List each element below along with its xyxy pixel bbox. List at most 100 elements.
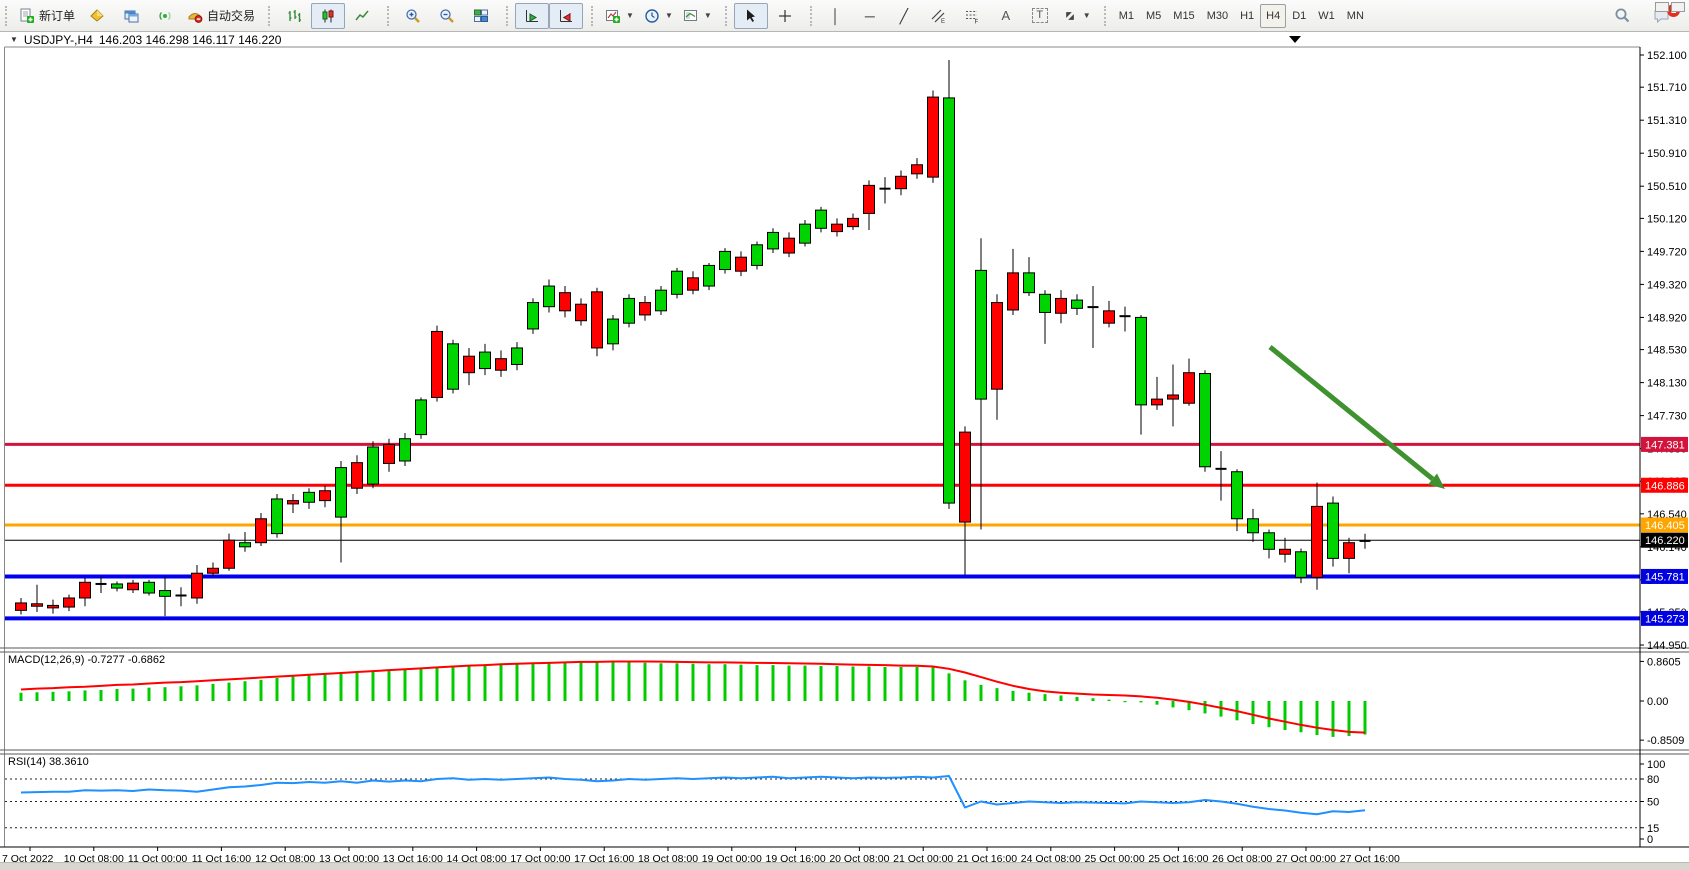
timeframe-button-W1[interactable]: W1 xyxy=(1312,4,1341,28)
svg-text:148.130: 148.130 xyxy=(1647,378,1687,390)
timeframe-button-M5[interactable]: M5 xyxy=(1140,4,1167,28)
chart-canvas[interactable]: MACD(12,26,9) -0.7277 -0.6862RSI(14) 38.… xyxy=(0,32,1689,870)
svg-text:151.710: 151.710 xyxy=(1647,82,1687,94)
shift-chart-button[interactable] xyxy=(549,3,583,29)
cursor-button[interactable] xyxy=(734,3,768,29)
chevron-down-icon: ▼ xyxy=(665,11,673,20)
vline-icon: │ xyxy=(828,8,844,24)
vertical-line-tool-button[interactable]: │ xyxy=(819,3,853,29)
text-label-tool-button[interactable]: T xyxy=(1023,3,1057,29)
svg-text:0.00: 0.00 xyxy=(1647,696,1668,708)
svg-text:147.381: 147.381 xyxy=(1645,439,1685,451)
svg-text:149.720: 149.720 xyxy=(1647,246,1687,258)
chart-title-bar[interactable]: ▼ USDJPY-,H4 146.203 146.298 146.117 146… xyxy=(6,33,285,46)
chevron-down-icon: ▼ xyxy=(704,11,712,20)
charts-window-button[interactable] xyxy=(114,3,148,29)
window-button[interactable] xyxy=(1655,2,1669,12)
svg-text:146.220: 146.220 xyxy=(1645,535,1685,547)
svg-text:RSI(14) 38.3610: RSI(14) 38.3610 xyxy=(8,756,89,768)
signals-button[interactable] xyxy=(148,3,182,29)
timeframe-button-H1[interactable]: H1 xyxy=(1234,4,1260,28)
templates-button[interactable]: ▼ xyxy=(678,3,717,29)
new-order-button[interactable]: 新订单 xyxy=(14,3,80,29)
toolbar-drag-handle[interactable] xyxy=(506,6,513,26)
svg-text:-0.8509: -0.8509 xyxy=(1647,735,1684,747)
toolbar-drag-handle[interactable] xyxy=(725,6,732,26)
main-toolbar: 新订单 自动交易 xyxy=(0,0,1689,32)
svg-text:149.320: 149.320 xyxy=(1647,279,1687,291)
chart-symbol-period: USDJPY-,H4 xyxy=(24,33,93,47)
svg-text:80: 80 xyxy=(1647,774,1659,786)
tile-windows-icon xyxy=(473,8,489,24)
svg-text:100: 100 xyxy=(1647,759,1665,771)
shift-chart-icon xyxy=(558,8,574,24)
chevron-down-icon: ▼ xyxy=(10,35,18,44)
indicators-icon xyxy=(605,8,621,24)
text-tool-button[interactable]: A xyxy=(989,3,1023,29)
zoom-in-button[interactable] xyxy=(396,3,430,29)
templates-icon xyxy=(683,8,699,24)
toolbar-drag-handle[interactable] xyxy=(591,6,598,26)
toolbar-drag-handle[interactable] xyxy=(810,6,817,26)
chevron-down-icon: ▼ xyxy=(1083,11,1091,20)
chart-window: MACD(12,26,9) -0.7277 -0.6862RSI(14) 38.… xyxy=(0,32,1689,870)
svg-text:151.310: 151.310 xyxy=(1647,115,1687,127)
crosshair-icon xyxy=(777,8,793,24)
svg-text:146.886: 146.886 xyxy=(1645,480,1685,492)
indicators-button[interactable]: ▼ xyxy=(600,3,639,29)
search-icon xyxy=(1614,7,1631,24)
tile-windows-button[interactable] xyxy=(464,3,498,29)
autoscroll-icon xyxy=(524,8,540,24)
line-chart-icon xyxy=(354,8,370,24)
svg-text:148.920: 148.920 xyxy=(1647,312,1687,324)
periods-button[interactable]: ▼ xyxy=(639,3,678,29)
timeframe-button-MN[interactable]: MN xyxy=(1341,4,1370,28)
autotrading-button[interactable]: 自动交易 xyxy=(182,3,260,29)
metaeditor-icon xyxy=(89,8,105,24)
svg-text:150.510: 150.510 xyxy=(1647,181,1687,193)
timeframe-button-H4[interactable]: H4 xyxy=(1260,4,1286,28)
bar-chart-type-button[interactable] xyxy=(277,3,311,29)
horizontal-line-tool-button[interactable]: ─ xyxy=(853,3,887,29)
window-button[interactable] xyxy=(1671,2,1685,12)
arrows-icon xyxy=(1062,8,1078,24)
toolbar-drag-handle[interactable] xyxy=(268,6,275,26)
toolbar-drag-handle[interactable] xyxy=(1104,6,1111,26)
chevron-down-icon: ▼ xyxy=(626,11,634,20)
candlestick-icon xyxy=(320,8,336,24)
timeframe-group: M1M5M15M30H1H4D1W1MN xyxy=(1099,0,1373,31)
timeframe-button-D1[interactable]: D1 xyxy=(1286,4,1312,28)
fibonacci-tool-button[interactable]: F xyxy=(955,3,989,29)
signals-icon xyxy=(157,8,173,24)
svg-text:152.100: 152.100 xyxy=(1647,50,1687,62)
autoscroll-button[interactable] xyxy=(515,3,549,29)
cursor-icon xyxy=(743,8,759,24)
svg-text:145.781: 145.781 xyxy=(1645,571,1685,583)
text-label-icon: T xyxy=(1032,8,1048,23)
bar-chart-icon xyxy=(286,8,302,24)
metaeditor-button[interactable] xyxy=(80,3,114,29)
chart-ohlc-quote: 146.203 146.298 146.117 146.220 xyxy=(99,33,282,47)
toolbar-drag-handle[interactable] xyxy=(387,6,394,26)
candlestick-chart-type-button[interactable] xyxy=(311,3,345,29)
svg-text:147.730: 147.730 xyxy=(1647,411,1687,423)
trendline-icon: ╱ xyxy=(896,8,912,24)
zoom-in-icon xyxy=(405,8,421,24)
arrows-tool-button[interactable]: ▼ xyxy=(1057,3,1096,29)
status-strip xyxy=(0,862,1689,870)
timeframe-button-M1[interactable]: M1 xyxy=(1113,4,1140,28)
autotrading-label: 自动交易 xyxy=(207,7,255,24)
timeframe-button-M15[interactable]: M15 xyxy=(1167,4,1200,28)
timeframe-button-M30[interactable]: M30 xyxy=(1201,4,1234,28)
svg-text:0.8605: 0.8605 xyxy=(1647,656,1681,668)
svg-text:F: F xyxy=(974,19,978,24)
channel-tool-button[interactable]: E xyxy=(921,3,955,29)
toolbar-drag-handle[interactable] xyxy=(5,6,12,26)
crosshair-button[interactable] xyxy=(768,3,802,29)
new-order-label: 新订单 xyxy=(39,7,75,24)
trendline-tool-button[interactable]: ╱ xyxy=(887,3,921,29)
search-button[interactable] xyxy=(1605,3,1639,29)
zoom-out-button[interactable] xyxy=(430,3,464,29)
line-chart-type-button[interactable] xyxy=(345,3,379,29)
autotrading-icon xyxy=(187,8,203,24)
